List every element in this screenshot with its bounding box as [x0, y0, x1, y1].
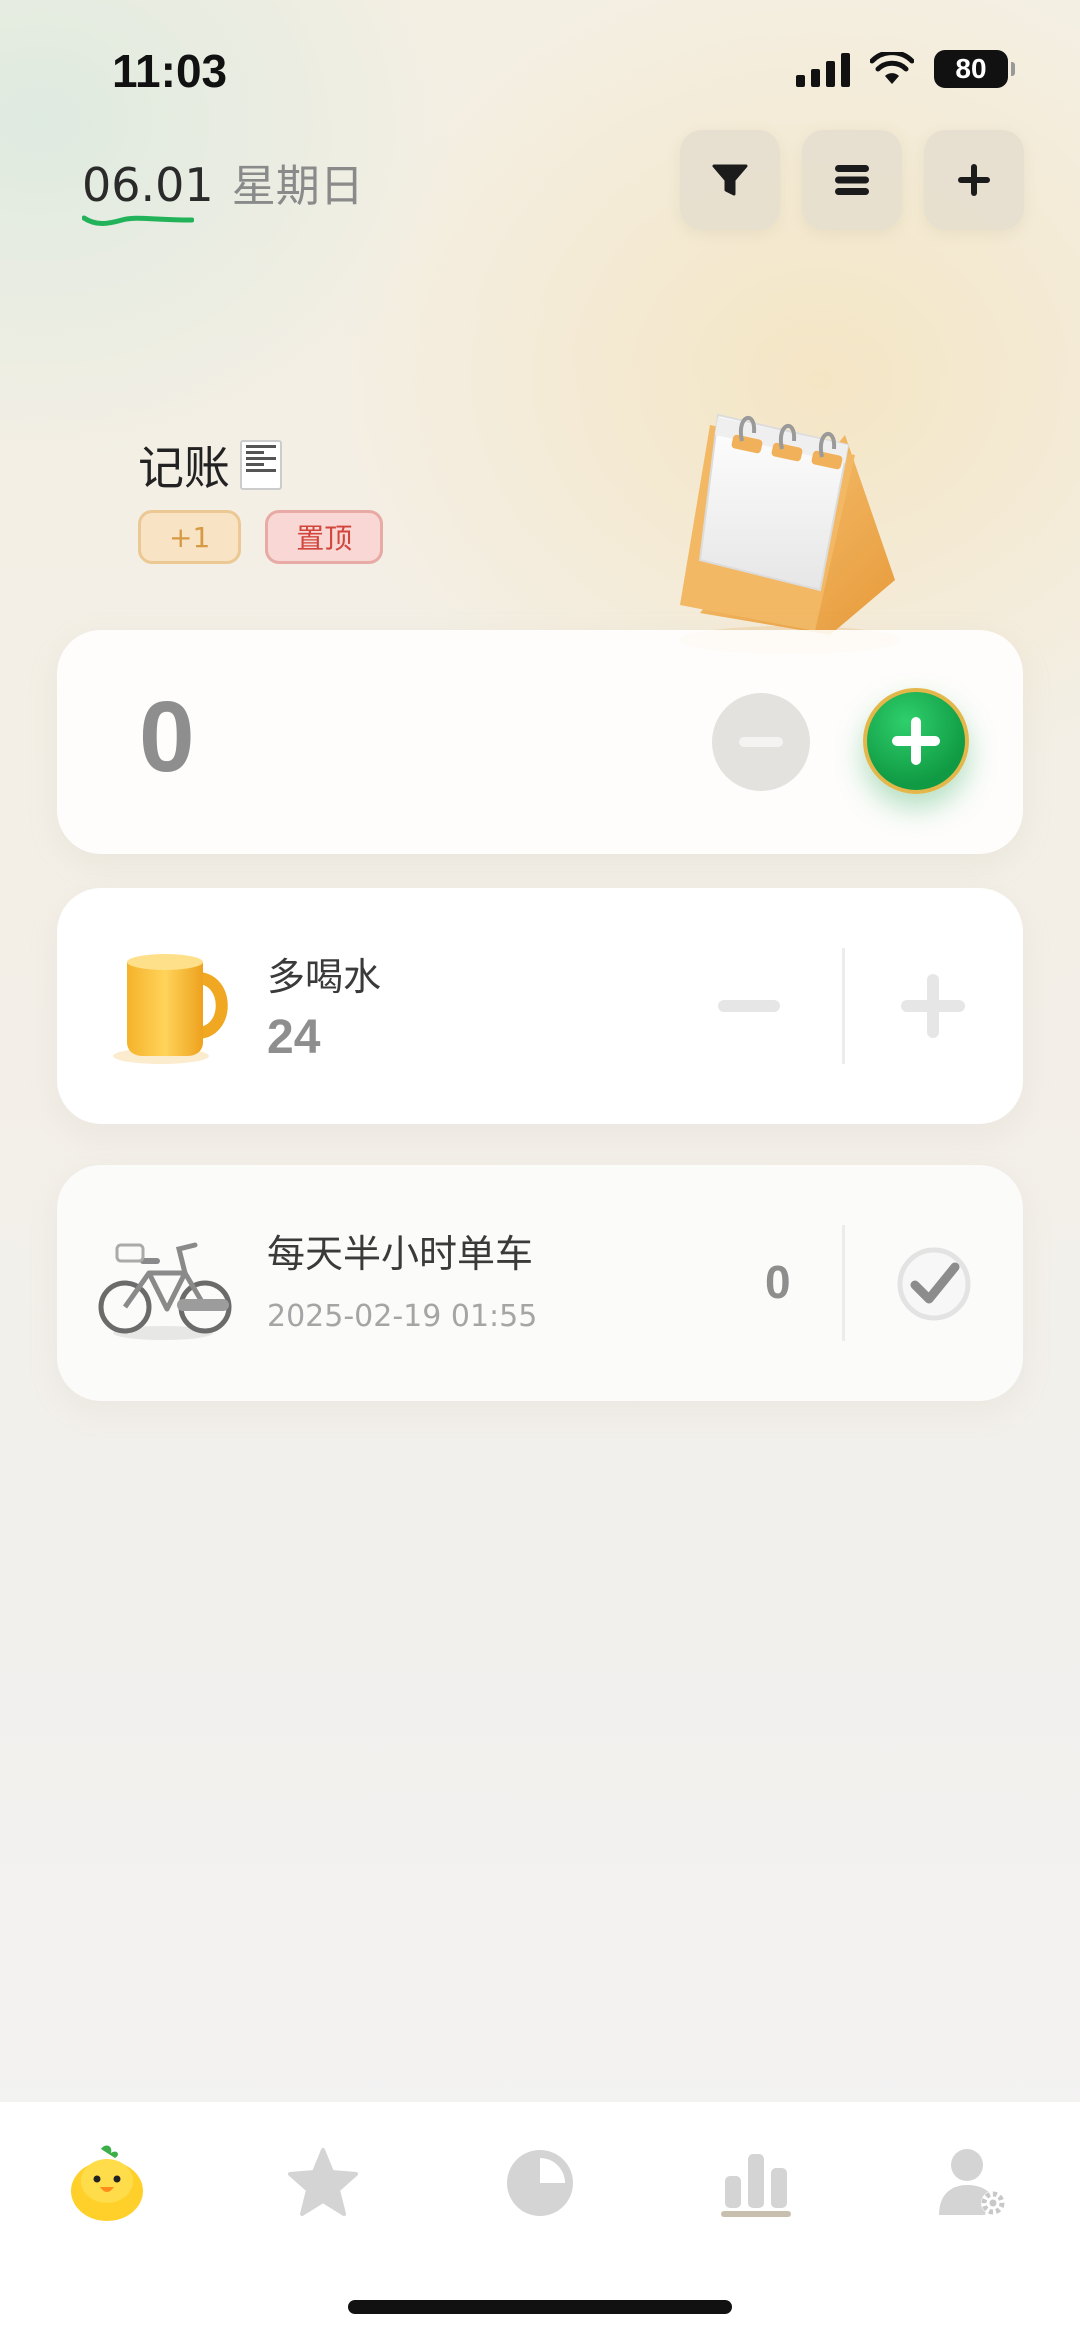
- habit-increment-button[interactable]: [899, 972, 967, 1040]
- habit-card-cycling[interactable]: 每天半小时单车 2025-02-19 01:55 0: [57, 1165, 1023, 1401]
- bicycle-icon: [98, 1242, 232, 1340]
- habit-date: 2025-02-19 01:55: [267, 1299, 538, 1334]
- home-indicator: [348, 2300, 732, 2314]
- pin-tag[interactable]: 置顶: [265, 510, 384, 564]
- wifi-icon: [870, 52, 914, 84]
- mug-icon: [113, 954, 228, 1064]
- habit-divider: [842, 1225, 845, 1341]
- filter-icon: [712, 164, 748, 196]
- list-button[interactable]: [802, 130, 902, 230]
- minus-icon: [718, 1000, 780, 1012]
- status-icons: 80: [796, 50, 1015, 88]
- habit-name: 多喝水: [267, 955, 382, 999]
- weekday-label: 星期日: [231, 161, 364, 212]
- status-time: 11:03: [112, 45, 228, 97]
- ledger-counter-card[interactable]: 0: [57, 630, 1023, 854]
- signal-icon: [796, 51, 850, 87]
- nav-favorites[interactable]: [278, 2138, 368, 2228]
- nav-home[interactable]: [62, 2138, 152, 2228]
- duck-icon: [71, 2145, 143, 2221]
- star-icon: [288, 2148, 358, 2216]
- nav-statistics[interactable]: [495, 2138, 585, 2228]
- habit-value: 0: [765, 1256, 791, 1308]
- date-underline: [82, 215, 194, 226]
- ledger-tags: +1 置顶: [138, 510, 384, 564]
- habit-card-water[interactable]: 多喝水 24: [57, 888, 1023, 1124]
- minus-icon: [739, 737, 783, 747]
- plus-one-tag[interactable]: +1: [138, 510, 242, 564]
- habit-divider: [842, 948, 845, 1064]
- user-settings-icon: [939, 2149, 1005, 2215]
- ledger-count: 0: [139, 681, 195, 793]
- nav-profile[interactable]: [928, 2138, 1018, 2228]
- ledger-title[interactable]: 记账: [138, 432, 282, 498]
- calendar-illustration: [680, 413, 900, 654]
- check-circle-icon[interactable]: [895, 1245, 973, 1323]
- plus-icon: [892, 717, 940, 765]
- plus-icon: [958, 164, 990, 196]
- habit-decrement-button[interactable]: [717, 980, 781, 1032]
- date-selector[interactable]: 06.01 星期日: [82, 150, 364, 214]
- add-button[interactable]: [924, 130, 1024, 230]
- filter-button[interactable]: [680, 130, 780, 230]
- bar-chart-icon: [721, 2154, 791, 2217]
- ledger-increment-button[interactable]: [863, 688, 969, 794]
- battery-icon: 80: [934, 50, 1015, 88]
- pie-chart-icon: [507, 2150, 573, 2216]
- list-icon: [835, 165, 869, 195]
- plus-icon: [901, 974, 965, 1038]
- ledger-title-text: 记账: [138, 441, 230, 495]
- date-label: 06.01: [82, 158, 214, 212]
- habit-name: 每天半小时单车: [267, 1232, 534, 1276]
- habit-count: 24: [267, 1011, 321, 1064]
- status-bar: 11:03 80: [0, 0, 1080, 140]
- nav-charts[interactable]: [711, 2138, 801, 2228]
- receipt-icon: [240, 440, 282, 490]
- ledger-decrement-button[interactable]: [712, 693, 810, 791]
- battery-level: 80: [955, 53, 987, 84]
- header-actions: [680, 130, 1024, 230]
